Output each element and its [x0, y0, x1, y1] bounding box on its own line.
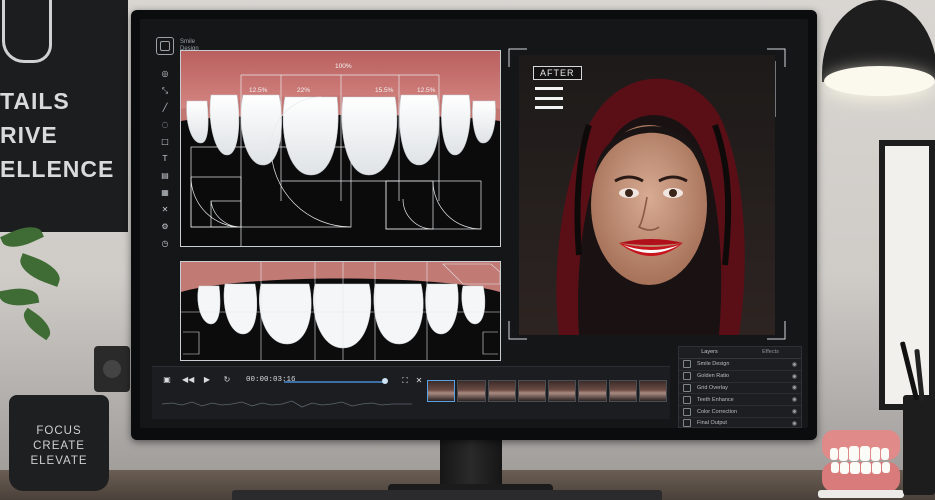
plant — [0, 208, 70, 358]
measure-label: 22% — [297, 87, 311, 94]
layer-row[interactable]: Teeth Enhance ◉ — [679, 394, 801, 407]
measure-label: 12.5% — [249, 87, 268, 94]
stop-icon[interactable]: ▣ — [162, 375, 172, 384]
desk-lamp — [822, 0, 935, 100]
layer-name: Final Output — [697, 420, 727, 427]
app-window: Smile Design ◎ ⤡ ╱ ◌ □ T ▤ ▦ ✕ ⚙ ◷ 100% … — [140, 19, 808, 428]
frame-thumbnail[interactable] — [427, 380, 456, 402]
layer-row[interactable]: Grid Overlay ◉ — [679, 383, 801, 395]
after-portrait-image: AFTER — [519, 55, 775, 335]
layer-name: Color Correction — [697, 408, 738, 415]
fit-icon[interactable]: ⛶ — [400, 376, 410, 386]
frame-thumbnail[interactable] — [578, 380, 607, 402]
document-icon[interactable]: ▤ — [160, 171, 170, 181]
layer-name: Smile Design — [697, 361, 730, 368]
frame-thumbnail[interactable] — [608, 380, 637, 402]
layer-icon — [683, 419, 691, 428]
frame-thumbnail[interactable] — [517, 380, 546, 402]
tab-layers[interactable]: Layers — [679, 347, 740, 358]
layer-icon — [683, 372, 691, 381]
layer-row[interactable]: Final Output ◉ — [679, 418, 801, 428]
pen-icon[interactable]: ╱ — [160, 103, 170, 113]
scene: TAILS RIVE ELLENCE FOCUS CREATE ELEVATE — [0, 0, 935, 500]
layer-row[interactable]: Golden Ratio ◉ — [679, 371, 801, 383]
mug-text: ELEVATE — [30, 455, 88, 467]
layer-icon — [683, 360, 691, 369]
tab-effects[interactable]: Effects — [740, 347, 801, 358]
monitor: Smile Design ◎ ⤡ ╱ ◌ □ T ▤ ▦ ✕ ⚙ ◷ 100% … — [131, 10, 817, 440]
audio-waveform — [162, 400, 412, 408]
rewind-icon[interactable]: ◀◀ — [182, 375, 194, 384]
target-icon[interactable]: ◎ — [160, 69, 170, 79]
frame-thumbnail[interactable] — [487, 380, 516, 402]
speaker — [94, 346, 130, 392]
measure-label: 12.5% — [417, 87, 436, 94]
layer-name: Golden Ratio — [697, 373, 730, 380]
monitor-stand — [440, 437, 502, 487]
after-label: AFTER — [533, 66, 582, 80]
layer-icon — [683, 407, 691, 416]
frame-thumbnail[interactable] — [457, 380, 486, 402]
app-logo-icon — [156, 37, 174, 55]
layer-name: Grid Overlay — [697, 384, 728, 391]
layer-icon — [683, 395, 691, 404]
eye-icon[interactable]: ◉ — [792, 420, 797, 427]
wall-poster: TAILS RIVE ELLENCE — [0, 0, 128, 232]
eye-icon[interactable]: ◉ — [792, 396, 797, 403]
close-icon[interactable]: ✕ — [160, 205, 170, 215]
denture-model — [818, 430, 904, 498]
eye-icon[interactable]: ◉ — [792, 408, 797, 415]
keyboard — [232, 490, 662, 500]
teeth-closeup-image — [181, 51, 500, 246]
timeline-bar: ▣ ◀◀ ▶ ↻ 00:00:03:16 ⛶ ✕ — [152, 366, 670, 419]
eye-icon[interactable]: ◉ — [792, 384, 797, 391]
grid-icon[interactable]: ▦ — [160, 188, 170, 198]
settings-icon[interactable]: ⚙ — [160, 222, 170, 232]
poster-line: ELLENCE — [0, 156, 115, 182]
frame-thumbnail[interactable] — [638, 380, 667, 402]
clock-icon[interactable]: ◷ — [160, 239, 170, 249]
smile-analysis-panel[interactable]: 100% 12.5% 22% 15.5% 12.5% — [180, 50, 501, 247]
frame-thumbnails — [427, 380, 667, 402]
poster-line: RIVE — [0, 122, 58, 148]
measure-label-total: 100% — [335, 63, 352, 70]
layer-row[interactable]: Smile Design ◉ — [679, 359, 801, 371]
pen-holder — [899, 341, 935, 495]
hamburger-menu-icon[interactable] — [535, 87, 563, 109]
square-icon[interactable]: □ — [160, 137, 170, 147]
tool-sidebar: ◎ ⤡ ╱ ◌ □ T ▤ ▦ ✕ ⚙ ◷ — [160, 69, 172, 249]
mug-text: CREATE — [33, 440, 85, 452]
mug: FOCUS CREATE ELEVATE — [9, 395, 109, 491]
arch-teeth-image — [181, 262, 500, 360]
eye-icon[interactable]: ◉ — [792, 361, 797, 368]
tooth-icon[interactable]: ◌ — [160, 120, 170, 130]
layer-name: Teeth Enhance — [697, 396, 734, 403]
playback-controls: ▣ ◀◀ ▶ ↻ 00:00:03:16 — [162, 375, 295, 384]
layers-panel: Layers Effects Smile Design ◉ Golden Rati… — [678, 346, 802, 428]
frame-thumbnail[interactable] — [548, 380, 577, 402]
tooth-logo-icon — [2, 0, 52, 63]
mug-text: FOCUS — [36, 425, 82, 437]
layers-tabs: Layers Effects — [679, 347, 801, 359]
poster-line: TAILS — [0, 88, 70, 114]
eye-icon[interactable]: ◉ — [792, 373, 797, 380]
play-icon[interactable]: ▶ — [202, 375, 212, 384]
layer-icon — [683, 383, 691, 392]
after-preview-panel[interactable]: AFTER — [507, 47, 787, 341]
arch-comparison-panel[interactable] — [180, 261, 501, 361]
loop-icon[interactable]: ↻ — [222, 375, 232, 384]
measure-label: 15.5% — [375, 87, 394, 94]
expand-icon[interactable]: ⤡ — [160, 86, 170, 96]
layer-row[interactable]: Color Correction ◉ — [679, 406, 801, 418]
text-icon[interactable]: T — [160, 154, 170, 164]
scrubber-track[interactable] — [284, 381, 386, 383]
close-icon[interactable]: ✕ — [414, 376, 424, 385]
scrubber-handle[interactable] — [382, 378, 388, 384]
